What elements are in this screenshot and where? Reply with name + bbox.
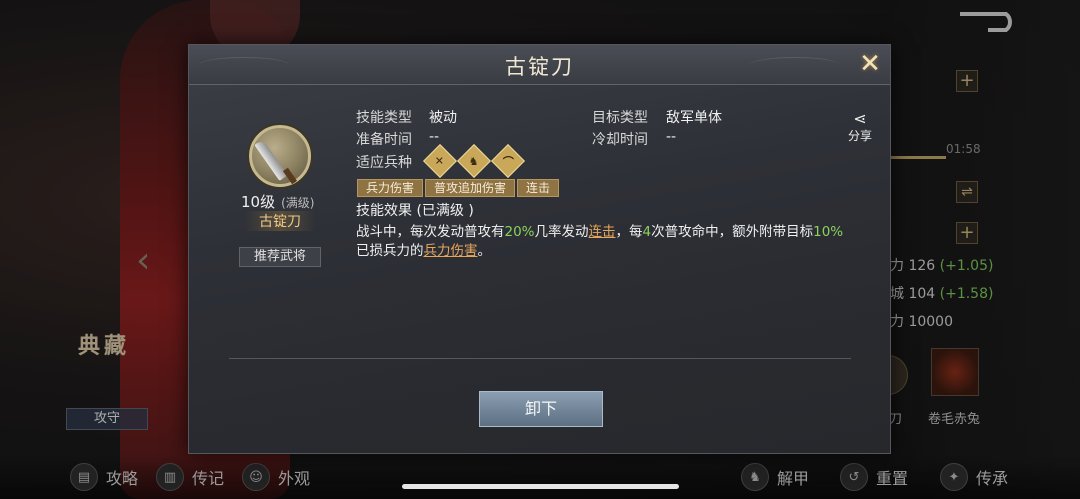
close-icon[interactable]: ✕ xyxy=(856,51,884,79)
home-indicator[interactable] xyxy=(402,484,679,489)
effect-value: 4 xyxy=(642,224,652,240)
effect-text: 战斗中，每次发动普攻有 xyxy=(356,224,505,240)
effect-title: 技能效果 (已满级 ) xyxy=(356,203,474,219)
combo-link[interactable]: 连击 xyxy=(589,224,616,240)
divider xyxy=(229,358,851,359)
effect-text: ，每 xyxy=(615,224,643,240)
effect-value: 20% xyxy=(504,224,535,240)
share-button[interactable]: ⋖ 分享 xyxy=(848,111,872,144)
target-type-value: 敌军单体 xyxy=(666,110,722,126)
prep-time-value: -- xyxy=(429,129,440,145)
skill-type-label: 技能类型 xyxy=(356,110,412,126)
target-type-label: 目标类型 xyxy=(592,110,648,126)
skill-tags: 兵力伤害 普攻追加伤害 连击 xyxy=(357,179,560,197)
prep-time-label: 准备时间 xyxy=(356,132,412,148)
effect-text: 次普攻命中，额外附带目标 xyxy=(651,224,814,240)
effect-text: 。 xyxy=(477,243,492,259)
skill-tag: 连击 xyxy=(517,179,560,197)
effect-value: 10% xyxy=(813,224,844,240)
skill-level-note: (满级) xyxy=(281,196,315,210)
skill-level: 10级 (满级) xyxy=(241,191,314,212)
cooldown-value: -- xyxy=(666,129,677,145)
effect-text: 几率发动 xyxy=(534,224,589,240)
cavalry-icon: ♞ xyxy=(457,144,491,178)
unequip-button[interactable]: 卸下 xyxy=(479,391,603,427)
archer-icon: ⌒ xyxy=(491,144,525,178)
infantry-icon: ✕ xyxy=(423,144,457,178)
skill-name: 古锭刀 xyxy=(245,211,315,231)
skill-tag: 普攻追加伤害 xyxy=(425,179,516,197)
effect-text: 已损兵力的 xyxy=(356,243,424,259)
skill-type-value: 被动 xyxy=(429,110,457,126)
cooldown-label: 冷却时间 xyxy=(592,132,648,148)
skill-tag: 兵力伤害 xyxy=(357,179,424,197)
share-icon: ⋖ xyxy=(853,109,867,128)
skill-detail-modal: 古锭刀 ✕ 10级 (满级) 古锭刀 推荐武将 技能类型 被动 目标类型 敌军单体… xyxy=(188,44,891,454)
modal-title: 古锭刀 xyxy=(505,55,574,79)
troop-type-icons: ✕ ♞ ⌒ xyxy=(423,144,525,178)
share-label: 分享 xyxy=(848,129,873,143)
troop-type-label: 适应兵种 xyxy=(356,155,412,171)
troop-damage-link[interactable]: 兵力伤害 xyxy=(424,243,478,259)
effect-description: 战斗中，每次发动普攻有20%几率发动连击，每4次普攻命中，额外附带目标10% 已损… xyxy=(356,223,846,261)
recommend-generals-button[interactable]: 推荐武将 xyxy=(239,247,321,267)
blade-icon xyxy=(254,139,288,181)
skill-level-value: 10级 xyxy=(241,193,276,211)
modal-header: 古锭刀 ✕ xyxy=(189,45,890,85)
skill-icon xyxy=(249,125,311,187)
